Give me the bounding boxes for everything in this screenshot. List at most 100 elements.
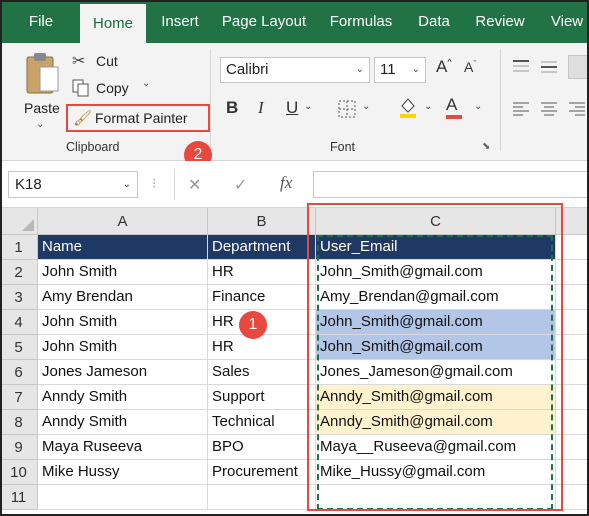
cell-a1[interactable]: Name [38, 235, 208, 260]
tab-file[interactable]: File [18, 0, 64, 43]
underline-button[interactable]: U [286, 98, 298, 118]
row-header-4[interactable]: 4 [0, 310, 38, 335]
cell-c2[interactable]: John_Smith@gmail.com [316, 260, 556, 285]
cell-b11[interactable] [208, 485, 316, 510]
chevron-down-icon[interactable]: ⌄ [304, 101, 312, 112]
cell-a11[interactable] [38, 485, 208, 510]
cell-c1[interactable]: User_Email [316, 235, 556, 260]
cell-d9[interactable] [556, 435, 589, 460]
cell-b8[interactable]: Technical [208, 410, 316, 435]
tab-data[interactable]: Data [410, 0, 458, 43]
row-header-1[interactable]: 1 [0, 235, 38, 260]
cell-b6[interactable]: Sales [208, 360, 316, 385]
row-header-2[interactable]: 2 [0, 260, 38, 285]
align-bottom-icon[interactable] [568, 55, 589, 79]
cell-d3[interactable] [556, 285, 589, 310]
align-left-icon[interactable] [512, 101, 530, 117]
cell-b9[interactable]: BPO [208, 435, 316, 460]
increase-font-icon: A [436, 57, 448, 76]
dialog-launcher-icon[interactable]: ⬊ [482, 141, 490, 152]
decrease-font-size-button[interactable]: Aˇ [464, 59, 476, 75]
cell-d5[interactable] [556, 335, 589, 360]
align-right-icon[interactable] [568, 101, 586, 117]
formula-input[interactable] [313, 171, 589, 198]
tab-home[interactable]: Home [80, 4, 146, 43]
cell-a9[interactable]: Maya Ruseeva [38, 435, 208, 460]
cell-b10[interactable]: Procurement [208, 460, 316, 485]
increase-font-size-button[interactable]: A^ [436, 57, 452, 77]
cell-a10[interactable]: Mike Hussy [38, 460, 208, 485]
select-all-corner[interactable] [0, 208, 38, 235]
column-header-d[interactable] [556, 208, 589, 235]
cell-a2[interactable]: John Smith [38, 260, 208, 285]
cell-c11[interactable] [316, 485, 556, 510]
cell-b2[interactable]: HR [208, 260, 316, 285]
cell-a7[interactable]: Anndy Smith [38, 385, 208, 410]
cut-button[interactable]: ✂ Cut [72, 51, 132, 73]
format-painter-button[interactable]: 🖌 Format Painter [66, 104, 210, 132]
column-header-b[interactable]: B [208, 208, 316, 235]
cell-d4[interactable] [556, 310, 589, 335]
tab-review[interactable]: Review [468, 0, 532, 43]
align-middle-icon[interactable] [540, 59, 558, 75]
cell-c6[interactable]: Jones_Jameson@gmail.com [316, 360, 556, 385]
bold-button[interactable]: B [226, 98, 238, 118]
cell-d8[interactable] [556, 410, 589, 435]
insert-function-button[interactable]: fx [280, 173, 292, 193]
cell-b5[interactable]: HR [208, 335, 316, 360]
cell-c4[interactable]: John_Smith@gmail.com [316, 310, 556, 335]
cell-c5[interactable]: John_Smith@gmail.com [316, 335, 556, 360]
row-header-9[interactable]: 9 [0, 435, 38, 460]
row-header-3[interactable]: 3 [0, 285, 38, 310]
align-top-icon[interactable] [512, 59, 530, 75]
paste-button[interactable]: Paste ⌄ [20, 49, 64, 133]
name-box-value: K18 [15, 176, 42, 193]
column-header-a[interactable]: A [38, 208, 208, 235]
borders-icon[interactable] [338, 100, 356, 118]
copy-icon [72, 79, 89, 97]
tab-page-layout[interactable]: Page Layout [216, 0, 312, 43]
cell-d1[interactable] [556, 235, 589, 260]
tab-formulas[interactable]: Formulas [322, 0, 400, 43]
cell-d6[interactable] [556, 360, 589, 385]
cell-c7[interactable]: Anndy_Smith@gmail.com [316, 385, 556, 410]
cell-d11[interactable] [556, 485, 589, 510]
cell-a5[interactable]: John Smith [38, 335, 208, 360]
cell-a6[interactable]: Jones Jameson [38, 360, 208, 385]
cell-a3[interactable]: Amy Brendan [38, 285, 208, 310]
enter-button[interactable]: ✓ [234, 175, 247, 195]
chevron-down-icon[interactable]: ⌄ [362, 101, 370, 112]
row-header-11[interactable]: 11 [0, 485, 38, 510]
cell-d7[interactable] [556, 385, 589, 410]
italic-button[interactable]: I [258, 98, 264, 118]
tab-view[interactable]: View [542, 0, 589, 43]
font-size-select[interactable]: 11 ⌄ [374, 57, 426, 83]
column-header-c[interactable]: C [316, 208, 556, 235]
cell-b1[interactable]: Department [208, 235, 316, 260]
chevron-down-icon[interactable]: ⌄ [424, 101, 432, 112]
chevron-down-icon[interactable]: ⌄ [474, 101, 482, 112]
fill-color-icon[interactable] [398, 96, 418, 118]
row-header-7[interactable]: 7 [0, 385, 38, 410]
cell-c9[interactable]: Maya__Ruseeva@gmail.com [316, 435, 556, 460]
row-header-6[interactable]: 6 [0, 360, 38, 385]
cell-b7[interactable]: Support [208, 385, 316, 410]
cancel-button[interactable]: ✕ [188, 175, 201, 195]
align-center-icon[interactable] [540, 101, 558, 117]
cell-a4[interactable]: John Smith [38, 310, 208, 335]
cell-d10[interactable] [556, 460, 589, 485]
cell-c3[interactable]: Amy_Brendan@gmail.com [316, 285, 556, 310]
font-name-select[interactable]: Calibri ⌄ [220, 57, 370, 83]
copy-button[interactable]: Copy ⌄ [72, 78, 162, 100]
font-color-button[interactable]: A [446, 95, 464, 119]
name-box[interactable]: K18 ⌄ [8, 171, 138, 198]
cell-b3[interactable]: Finance [208, 285, 316, 310]
cell-c10[interactable]: Mike_Hussy@gmail.com [316, 460, 556, 485]
row-header-5[interactable]: 5 [0, 335, 38, 360]
cell-d2[interactable] [556, 260, 589, 285]
tab-insert[interactable]: Insert [152, 0, 208, 43]
row-header-10[interactable]: 10 [0, 460, 38, 485]
row-header-8[interactable]: 8 [0, 410, 38, 435]
cell-a8[interactable]: Anndy Smith [38, 410, 208, 435]
cell-c8[interactable]: Anndy_Smith@gmail.com [316, 410, 556, 435]
